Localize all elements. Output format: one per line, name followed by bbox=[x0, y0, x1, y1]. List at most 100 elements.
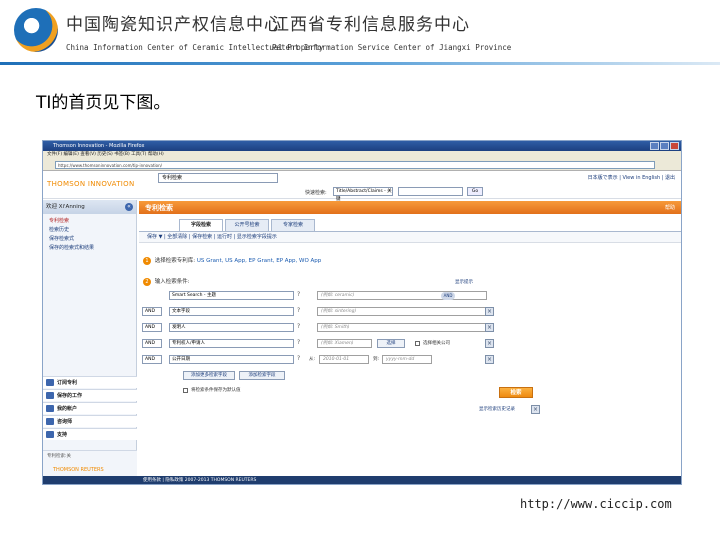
quick-search-label: 快速检索: bbox=[305, 190, 327, 196]
field-select[interactable]: 专利权人/申请人 bbox=[169, 339, 294, 348]
step2: 2 输入检索条件: bbox=[143, 277, 190, 286]
date-to-label: 到: bbox=[373, 357, 380, 362]
top-links[interactable]: 日本版で表示 | View in English | 退出 bbox=[588, 174, 675, 181]
help-link[interactable]: 帮助 bbox=[665, 204, 675, 211]
panel-title: 专利检索 bbox=[145, 204, 173, 212]
header-divider bbox=[0, 62, 720, 65]
center-logo-icon bbox=[14, 8, 58, 52]
slide-header: 中国陶瓷知识产权信息中心 China Information Center of… bbox=[0, 0, 720, 62]
field-help-link[interactable]: 显示提示 bbox=[455, 279, 473, 285]
sidebar-item-saved-results[interactable]: 保存的检索式和结果 bbox=[43, 244, 136, 253]
sidebar: 欢迎 Xi'Anning « 检索 专利检索 检索历史 保存检索式 保存的检索式… bbox=[43, 200, 681, 484]
add-fields-button[interactable]: 添加检索字段 bbox=[239, 371, 285, 380]
remove-row-icon[interactable]: × bbox=[485, 355, 494, 364]
close-history-icon[interactable]: × bbox=[531, 405, 540, 414]
consultant-icon bbox=[46, 418, 54, 425]
step1-label: 选择检索专利库: bbox=[154, 258, 196, 264]
panel-header: 专利检索 帮助 bbox=[139, 201, 681, 214]
database-select[interactable]: 专利检索 bbox=[158, 173, 278, 183]
tab-expert-search[interactable]: 专家检索 bbox=[271, 219, 315, 231]
collections-link[interactable]: US Grant, US App, EP Grant, EP App, WO A… bbox=[197, 258, 321, 264]
help-icon[interactable]: ? bbox=[297, 323, 300, 330]
header-right-en: Patent Information Service Center of Jia… bbox=[272, 43, 512, 52]
search-row: Smart Search - 主题 ? (例如: ceramic) AND bbox=[139, 291, 681, 301]
step2-label: 输入检索条件: bbox=[154, 279, 190, 285]
thomson-innovation-logo: THOMSON INNOVATION bbox=[47, 180, 135, 188]
browser-window: Thomson Innovation - Mozilla Firefox 文件(… bbox=[42, 140, 682, 485]
help-icon[interactable]: ? bbox=[297, 355, 300, 362]
sidebar-item-history[interactable]: 检索历史 bbox=[43, 226, 136, 235]
maximize-icon[interactable] bbox=[660, 142, 669, 150]
browser-title: Thomson Innovation - Mozilla Firefox bbox=[53, 143, 145, 149]
sidebar-panel-support[interactable]: 支持 bbox=[43, 428, 137, 440]
address-input[interactable]: https://www.thomsoninnovation.com/tip-in… bbox=[55, 161, 655, 169]
operator-select[interactable]: AND bbox=[142, 355, 162, 364]
operator-select[interactable]: AND bbox=[142, 323, 162, 332]
quick-search-field-select[interactable]: Title/Abstract/Claims - 关键 bbox=[333, 187, 393, 202]
operator-select[interactable]: AND bbox=[142, 307, 162, 316]
window-controls bbox=[650, 142, 679, 150]
browser-addressbar: https://www.thomsoninnovation.com/tip-in… bbox=[43, 159, 681, 171]
account-icon bbox=[46, 405, 54, 412]
tab-field-search[interactable]: 字段检索 bbox=[179, 219, 223, 231]
remove-row-icon[interactable]: × bbox=[485, 323, 494, 332]
operator-select[interactable]: AND bbox=[142, 339, 162, 348]
search-toolbar[interactable]: 保存 ▼ | 全部清除 | 保存检索 | 运行时 | 显示检索字段提示 bbox=[139, 231, 681, 243]
search-row: AND 文本字段 ? (例如: sintering) × bbox=[139, 307, 681, 317]
date-to-input[interactable]: yyyy-mm-dd bbox=[382, 355, 432, 364]
search-row: AND 公开日期 ? 从: 2010-01-01 到: yyyy-mm-dd × bbox=[139, 355, 681, 365]
persist-label: 将检索条件保存为默认值 bbox=[191, 388, 241, 393]
related-company-checkbox[interactable] bbox=[415, 341, 420, 346]
minimize-icon[interactable] bbox=[650, 142, 659, 150]
field-select[interactable]: Smart Search - 主题 bbox=[169, 291, 294, 300]
main-panel: 专利检索 帮助 字段检索 公开号检索 专家检索 保存 ▼ | 全部清除 | 保存… bbox=[139, 201, 681, 484]
quick-search-go-button[interactable]: Go bbox=[467, 187, 483, 196]
lookup-button[interactable]: 选择 bbox=[377, 339, 405, 348]
operator-oval[interactable]: AND bbox=[441, 292, 455, 300]
help-icon[interactable]: ? bbox=[297, 307, 300, 314]
persist-checkbox[interactable] bbox=[183, 388, 188, 393]
sidebar-panel-alerts[interactable]: 订阅专利 bbox=[43, 376, 137, 388]
app-topbar: THOMSON INNOVATION 专利检索 日本版で表示 | View in… bbox=[43, 171, 681, 202]
app-footer-bar: 使用条款 | 隐私政策 2007-2013 THOMSON REUTERS bbox=[43, 476, 681, 484]
search-term-input[interactable]: (例如: Smith) bbox=[317, 323, 487, 332]
date-from-input[interactable]: 2010-01-01 bbox=[319, 355, 369, 364]
sidebar-item-patent-search[interactable]: 专利检索 bbox=[43, 217, 136, 226]
search-term-input[interactable]: (例如: ceramic) bbox=[317, 291, 487, 300]
tab-number-search[interactable]: 公开号检索 bbox=[225, 219, 269, 231]
search-term-input[interactable]: (例如: Xiamen) bbox=[317, 339, 372, 348]
remove-row-icon[interactable]: × bbox=[485, 307, 494, 316]
step1: 1 选择检索专利库: US Grant, US App, EP Grant, E… bbox=[143, 256, 321, 265]
field-select[interactable]: 公开日期 bbox=[169, 355, 294, 364]
remove-row-icon[interactable]: × bbox=[485, 339, 494, 348]
sidebar-panel-consultant[interactable]: 咨询师 bbox=[43, 415, 137, 427]
browser-menubar[interactable]: 文件(F) 编辑(E) 查看(V) 历史(S) 书签(B) 工具(T) 帮助(H… bbox=[43, 151, 681, 159]
search-row: AND 发明人 ? (例如: Smith) × bbox=[139, 323, 681, 333]
date-from-label: 从: bbox=[309, 357, 316, 362]
search-tabs: 字段检索 公开号检索 专家检索 bbox=[179, 219, 315, 231]
close-icon[interactable] bbox=[670, 142, 679, 150]
step1-number: 1 bbox=[143, 257, 151, 265]
add-rows-button[interactable]: 添加更多检索字段 bbox=[183, 371, 235, 380]
welcome-text: 欢迎 Xi'Anning bbox=[46, 204, 85, 210]
sidebar-panel-account[interactable]: 我的帐户 bbox=[43, 402, 137, 414]
step2-number: 2 bbox=[143, 278, 151, 286]
sidebar-item-saved-queries[interactable]: 保存检索式 bbox=[43, 235, 136, 244]
help-icon[interactable]: ? bbox=[297, 339, 300, 346]
sidebar-panel-saved-work[interactable]: 保存的工作 bbox=[43, 389, 137, 401]
footer-url[interactable]: http://www.ciccip.com bbox=[520, 497, 672, 511]
header-right-cn: 江西省专利信息服务中心 bbox=[272, 15, 470, 35]
help-icon[interactable]: ? bbox=[297, 291, 300, 298]
history-link[interactable]: 显示检索历史记录 bbox=[479, 406, 515, 412]
search-button[interactable]: 检索 bbox=[499, 387, 533, 398]
field-select[interactable]: 文本字段 bbox=[169, 307, 294, 316]
field-select[interactable]: 发明人 bbox=[169, 323, 294, 332]
collapse-sidebar-icon[interactable]: « bbox=[125, 203, 133, 211]
slide: 中国陶瓷知识产权信息中心 China Information Center of… bbox=[0, 0, 720, 540]
welcome-bar: 欢迎 Xi'Anning « bbox=[43, 200, 136, 214]
header-left-cn: 中国陶瓷知识产权信息中心 bbox=[66, 15, 282, 35]
quick-search-input[interactable] bbox=[398, 187, 463, 196]
search-term-input[interactable]: (例如: sintering) bbox=[317, 307, 487, 316]
support-icon bbox=[46, 431, 54, 438]
browser-titlebar: Thomson Innovation - Mozilla Firefox bbox=[43, 141, 681, 151]
